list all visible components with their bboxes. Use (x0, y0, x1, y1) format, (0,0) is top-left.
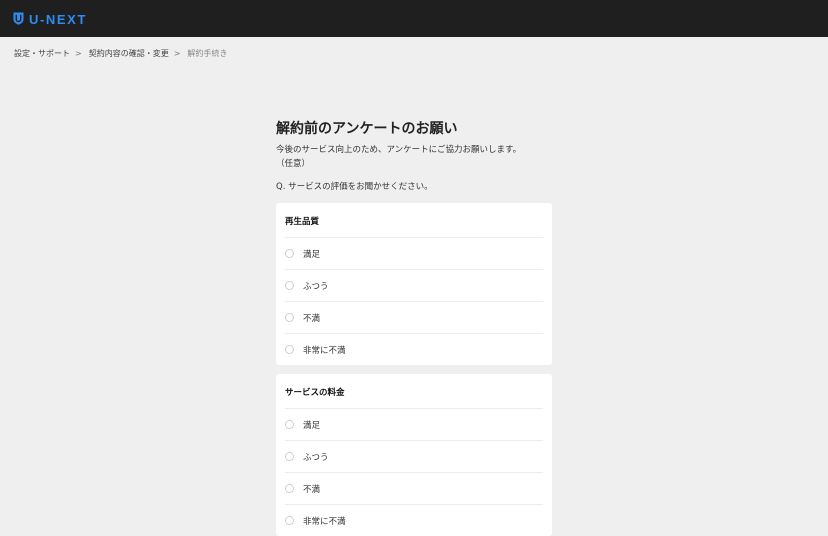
survey-section: 解約前のアンケートのお願い 今後のサービス向上のため、アンケートにご協力お願いし… (276, 120, 552, 536)
radio-button[interactable] (285, 281, 294, 290)
card-title: サービスの料金 (285, 388, 345, 398)
breadcrumb-item-settings[interactable]: 設定・サポート (14, 48, 70, 59)
option-label: 不満 (303, 484, 321, 495)
radio-option[interactable]: 満足 (285, 408, 543, 440)
radio-option[interactable]: ふつう (285, 269, 543, 301)
option-label: 非常に不満 (303, 345, 346, 356)
radio-option[interactable]: 非常に不満 (285, 504, 543, 536)
breadcrumb-item-contract[interactable]: 契約内容の確認・変更 (89, 48, 169, 59)
chevron-right-icon: > (75, 49, 82, 58)
breadcrumb-item-current: 解約手続き (187, 49, 228, 58)
breadcrumb: 設定・サポート > 契約内容の確認・変更 > 解約手続き (14, 48, 227, 59)
radio-option[interactable]: 不満 (285, 301, 543, 333)
page-title: 解約前のアンケートのお願い (276, 121, 458, 137)
radio-button[interactable] (285, 516, 294, 525)
radio-option[interactable]: 不満 (285, 472, 543, 504)
logo-text: U-NEXT (29, 12, 87, 27)
optional-note: （任意） (276, 159, 311, 169)
option-label: 不満 (303, 313, 321, 324)
top-bar: U-NEXT (0, 0, 828, 37)
option-label: 非常に不満 (303, 516, 346, 527)
rating-card-service-price: サービスの料金 満足 ふつう 不満 非常に不満 (276, 374, 552, 536)
option-label: ふつう (303, 452, 329, 463)
rating-card-playback-quality: 再生品質 満足 ふつう 不満 非常に不満 (276, 203, 552, 365)
radio-option[interactable]: ふつう (285, 440, 543, 472)
radio-button[interactable] (285, 452, 294, 461)
radio-option[interactable]: 非常に不満 (285, 333, 543, 365)
radio-button[interactable] (285, 345, 294, 354)
survey-question: Q. サービスの評価をお聞かせください。 (276, 182, 433, 192)
option-label: ふつう (303, 281, 329, 292)
u-next-shield-icon (13, 10, 24, 29)
radio-option[interactable]: 満足 (285, 237, 543, 269)
chevron-right-icon: > (173, 49, 181, 58)
option-label: 満足 (303, 420, 321, 431)
survey-description: 今後のサービス向上のため、アンケートにご協力お願いします。 (276, 145, 522, 155)
radio-button[interactable] (285, 420, 294, 429)
radio-button[interactable] (285, 249, 294, 258)
u-next-logo[interactable]: U-NEXT (13, 10, 87, 29)
radio-button[interactable] (285, 313, 294, 322)
card-title: 再生品質 (285, 217, 320, 227)
radio-button[interactable] (285, 484, 294, 493)
option-label: 満足 (303, 249, 321, 260)
